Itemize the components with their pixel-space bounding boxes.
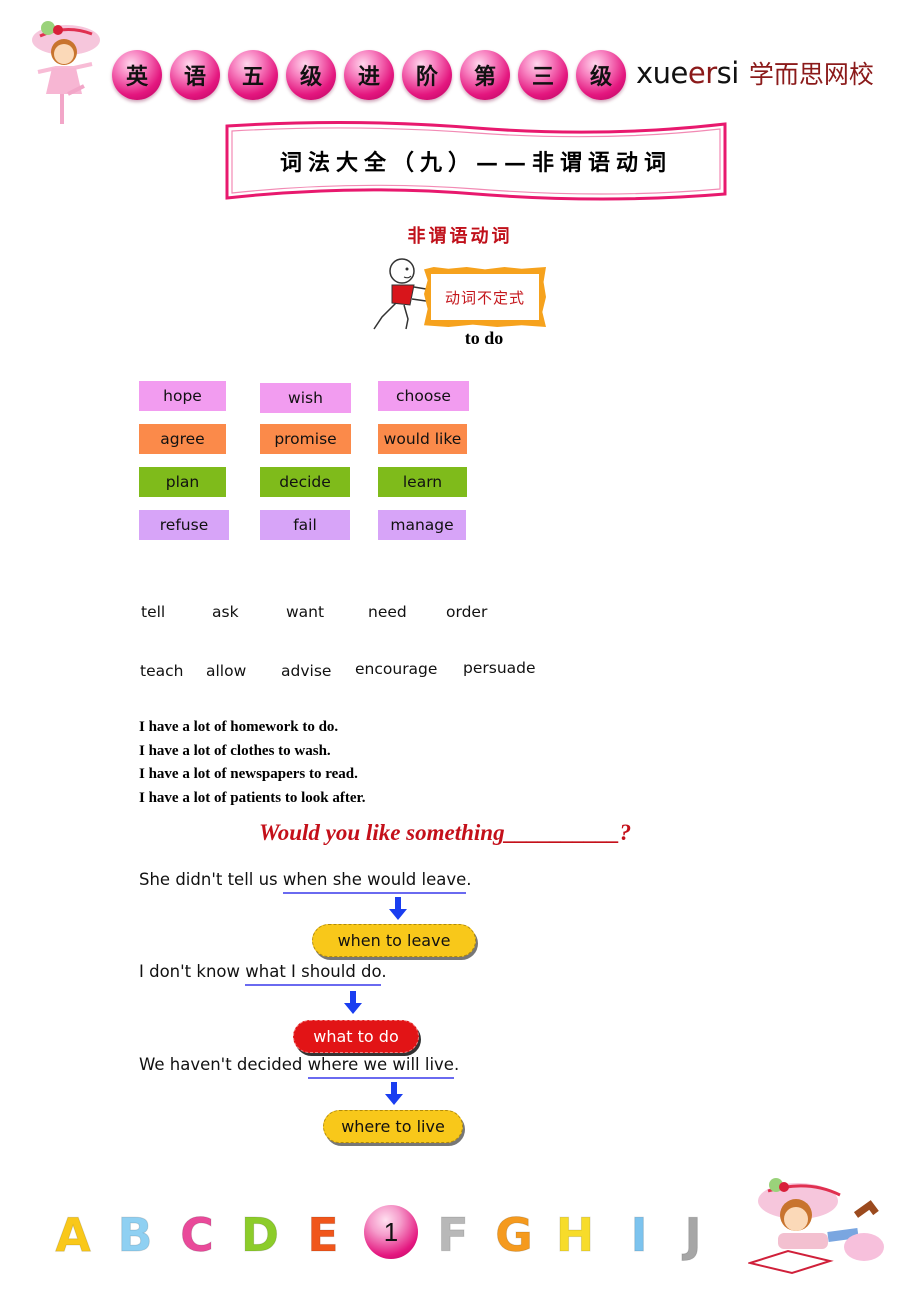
object-verb: need [368, 603, 407, 621]
title-ball: 阶 [402, 50, 452, 100]
example-line: I don't know what I should do. [139, 962, 387, 986]
sentence: I have a lot of newspapers to read. [139, 766, 358, 782]
verb-box: wish [260, 383, 351, 413]
object-verb: order [446, 603, 488, 621]
verb-box: choose [378, 381, 469, 411]
alphabet-letter-d: D [240, 1208, 280, 1263]
brand-part: si [716, 56, 740, 90]
brand-logo: xueersi 学而思网校 [636, 50, 874, 96]
object-verb: encourage [355, 660, 438, 678]
verb-box: decide [260, 467, 350, 497]
title-ball: 级 [286, 50, 336, 100]
down-arrow-icon [385, 1082, 403, 1105]
title-ball: 第 [460, 50, 510, 100]
object-verb: want [286, 603, 325, 621]
example-line: She didn't tell us when she would leave. [139, 870, 472, 894]
result-pill: where to live [323, 1110, 463, 1143]
object-verb: advise [281, 662, 332, 680]
brand-part: er [687, 56, 717, 90]
page-number: 1 [364, 1205, 418, 1259]
example-line: We haven't decided where we will live. [139, 1055, 460, 1079]
strawberry-girl-reading-illustration [748, 1178, 884, 1275]
strawberry-girl-dancing-illustration [32, 21, 100, 124]
object-verb: teach [140, 662, 184, 680]
title-ball: 进 [344, 50, 394, 100]
verb-box: manage [378, 510, 466, 540]
stick-figure-icon [373, 258, 427, 330]
alphabet-letter-g: G [495, 1208, 534, 1263]
verb-box: agree [139, 424, 226, 454]
alphabet-letter-j: J [684, 1208, 702, 1263]
title-banner: 词法大全（九）——非谓语动词 [224, 120, 728, 202]
object-verb: ask [212, 603, 239, 621]
verb-box: learn [378, 467, 467, 497]
title-ball: 五 [228, 50, 278, 100]
brand-name-en: xueersi [636, 56, 739, 90]
title-ball: 语 [170, 50, 220, 100]
verb-box: plan [139, 467, 226, 497]
example-prefix: We haven't decided [139, 1055, 308, 1074]
alphabet-letter-c: C [180, 1208, 215, 1263]
sentence: I have a lot of patients to look after. [139, 789, 366, 806]
verb-box: refuse [139, 510, 229, 540]
course-title-balls: 英 语 五 级 进 阶 第 三 级 [112, 50, 626, 100]
brand-name-cn: 学而思网校 [748, 60, 874, 89]
result-pill: what to do [293, 1020, 419, 1053]
alphabet-letter-b: B [117, 1208, 153, 1263]
result-pill: when to leave [312, 924, 476, 957]
sentence: I have a lot of clothes to wash. [139, 742, 331, 759]
verb-box: promise [260, 424, 351, 454]
object-verb: tell [141, 603, 166, 621]
alphabet-letter-h: H [555, 1208, 595, 1263]
alphabet-letter-i: I [630, 1208, 648, 1263]
alphabet-letter-e: E [307, 1208, 339, 1263]
page-title: 词法大全（九）——非谓语动词 [279, 150, 672, 176]
example-suffix: . [466, 870, 472, 889]
verb-box: fail [260, 510, 350, 540]
down-arrow-icon [389, 897, 407, 920]
alphabet-letter-a: A [55, 1208, 92, 1263]
example-suffix: . [453, 1055, 460, 1074]
object-verb: allow [206, 662, 247, 680]
infinitive-sign: 动词不定式 [424, 267, 546, 327]
example-prefix: She didn't tell us [139, 870, 283, 889]
section-heading: 非谓语动词 [407, 226, 513, 247]
brand-part: xue [636, 56, 688, 90]
title-ball: 英 [112, 50, 162, 100]
title-ball: 级 [576, 50, 626, 100]
down-arrow-icon [344, 991, 362, 1014]
underlined-clause: what I should do [245, 962, 382, 986]
verb-box: hope [139, 381, 226, 411]
example-sentences: I have a lot of homework to do. I have a… [139, 716, 366, 810]
title-ball: 三 [518, 50, 568, 100]
verb-box: would like [378, 424, 467, 454]
object-verb: persuade [463, 659, 536, 677]
practice-question: Would you like something__________? [259, 820, 632, 845]
sign-label: 动词不定式 [431, 274, 539, 320]
sentence: I have a lot of homework to do. [139, 719, 339, 735]
underlined-clause: where we will live [307, 1055, 454, 1079]
example-prefix: I don't know [139, 962, 246, 981]
infinitive-form: to do [464, 328, 504, 348]
underlined-clause: when she would leave [282, 870, 467, 894]
example-suffix: . [381, 962, 387, 981]
alphabet-letter-f: F [437, 1208, 469, 1263]
